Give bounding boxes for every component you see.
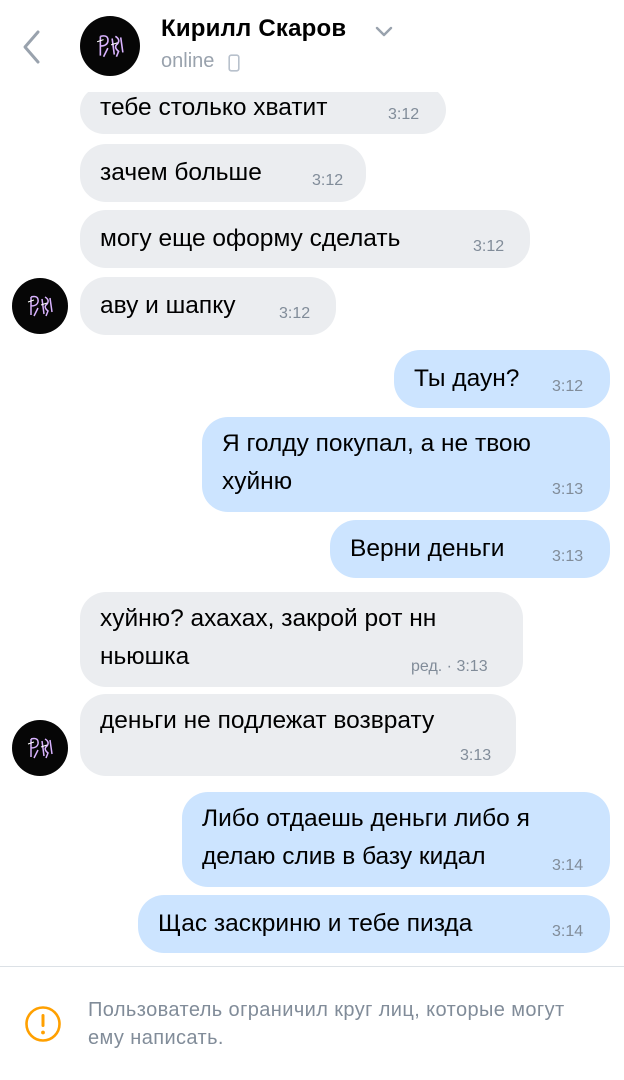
contact-avatar[interactable]	[12, 278, 68, 334]
message-text: тебе столько хватит	[100, 94, 328, 121]
message-text: хуйню? ахахах, закрой рот нн ньюшка	[100, 605, 437, 670]
avatar-logo-icon	[27, 295, 53, 317]
outgoing-message[interactable]: Я голду покупал, а не твою хуйню 3:13	[202, 417, 610, 512]
contact-name[interactable]: Кирилл Скаров	[161, 15, 346, 43]
outgoing-message[interactable]: Верни деньги 3:13	[330, 520, 610, 578]
message-time: ред. · 3:13	[411, 658, 488, 675]
message-time: 3:12	[473, 238, 505, 255]
incoming-message[interactable]: хуйню? ахахах, закрой рот нн ньюшка ред.…	[80, 592, 523, 687]
message-text: Щас заскриню и тебе пизда	[158, 910, 473, 937]
mobile-phone-icon	[228, 54, 240, 72]
message-text: Верни деньги	[350, 535, 505, 562]
contact-avatar[interactable]	[12, 720, 68, 776]
back-button[interactable]	[12, 24, 52, 70]
message-time: 3:13	[460, 747, 492, 764]
incoming-message[interactable]: аву и шапку 3:12	[80, 277, 336, 335]
message-text: зачем больше	[100, 159, 262, 186]
incoming-message[interactable]: деньги не подлежат возврату 3:13	[80, 694, 516, 776]
message-text: Либо отдаешь деньги либо я делаю слив в …	[202, 805, 530, 870]
warning-circle-icon	[25, 1006, 61, 1042]
chevron-left-icon	[23, 30, 40, 64]
divider	[0, 966, 624, 967]
message-time: 3:13	[552, 481, 584, 498]
message-time: 3:13	[552, 548, 584, 565]
chevron-down-icon[interactable]	[374, 25, 394, 39]
message-text: аву и шапку	[100, 292, 236, 319]
avatar-logo-icon	[96, 35, 124, 58]
message-time: 3:14	[552, 857, 584, 874]
incoming-message[interactable]: могу еще оформу сделать 3:12	[80, 210, 530, 268]
contact-status: online	[161, 50, 215, 72]
message-time: 3:12	[279, 305, 311, 322]
incoming-message[interactable]: зачем больше 3:12	[80, 144, 366, 202]
avatar-logo-icon	[27, 737, 53, 759]
incoming-message[interactable]: тебе столько хватит 3:12	[80, 86, 446, 134]
restriction-notice: Пользователь ограничил круг лиц, которые…	[88, 999, 565, 1049]
header-avatar[interactable]	[80, 16, 140, 76]
message-text: Я голду покупал, а не твою хуйню	[222, 430, 531, 495]
message-time: 3:12	[552, 378, 584, 395]
outgoing-message[interactable]: Либо отдаешь деньги либо я делаю слив в …	[182, 792, 610, 887]
message-time: 3:14	[552, 923, 584, 940]
chat-header: Кирилл Скаров online	[0, 0, 624, 92]
message-text: деньги не подлежат возврату	[100, 707, 435, 734]
outgoing-message[interactable]: Ты даун? 3:12	[394, 350, 610, 408]
message-list[interactable]: тебе столько хватит 3:12 зачем больше 3:…	[0, 0, 624, 966]
outgoing-message[interactable]: Щас заскриню и тебе пизда 3:14	[138, 895, 610, 953]
message-text: могу еще оформу сделать	[100, 225, 401, 252]
message-text: Ты даун?	[414, 365, 520, 392]
message-time: 3:12	[312, 172, 344, 189]
message-time: 3:12	[388, 106, 420, 123]
